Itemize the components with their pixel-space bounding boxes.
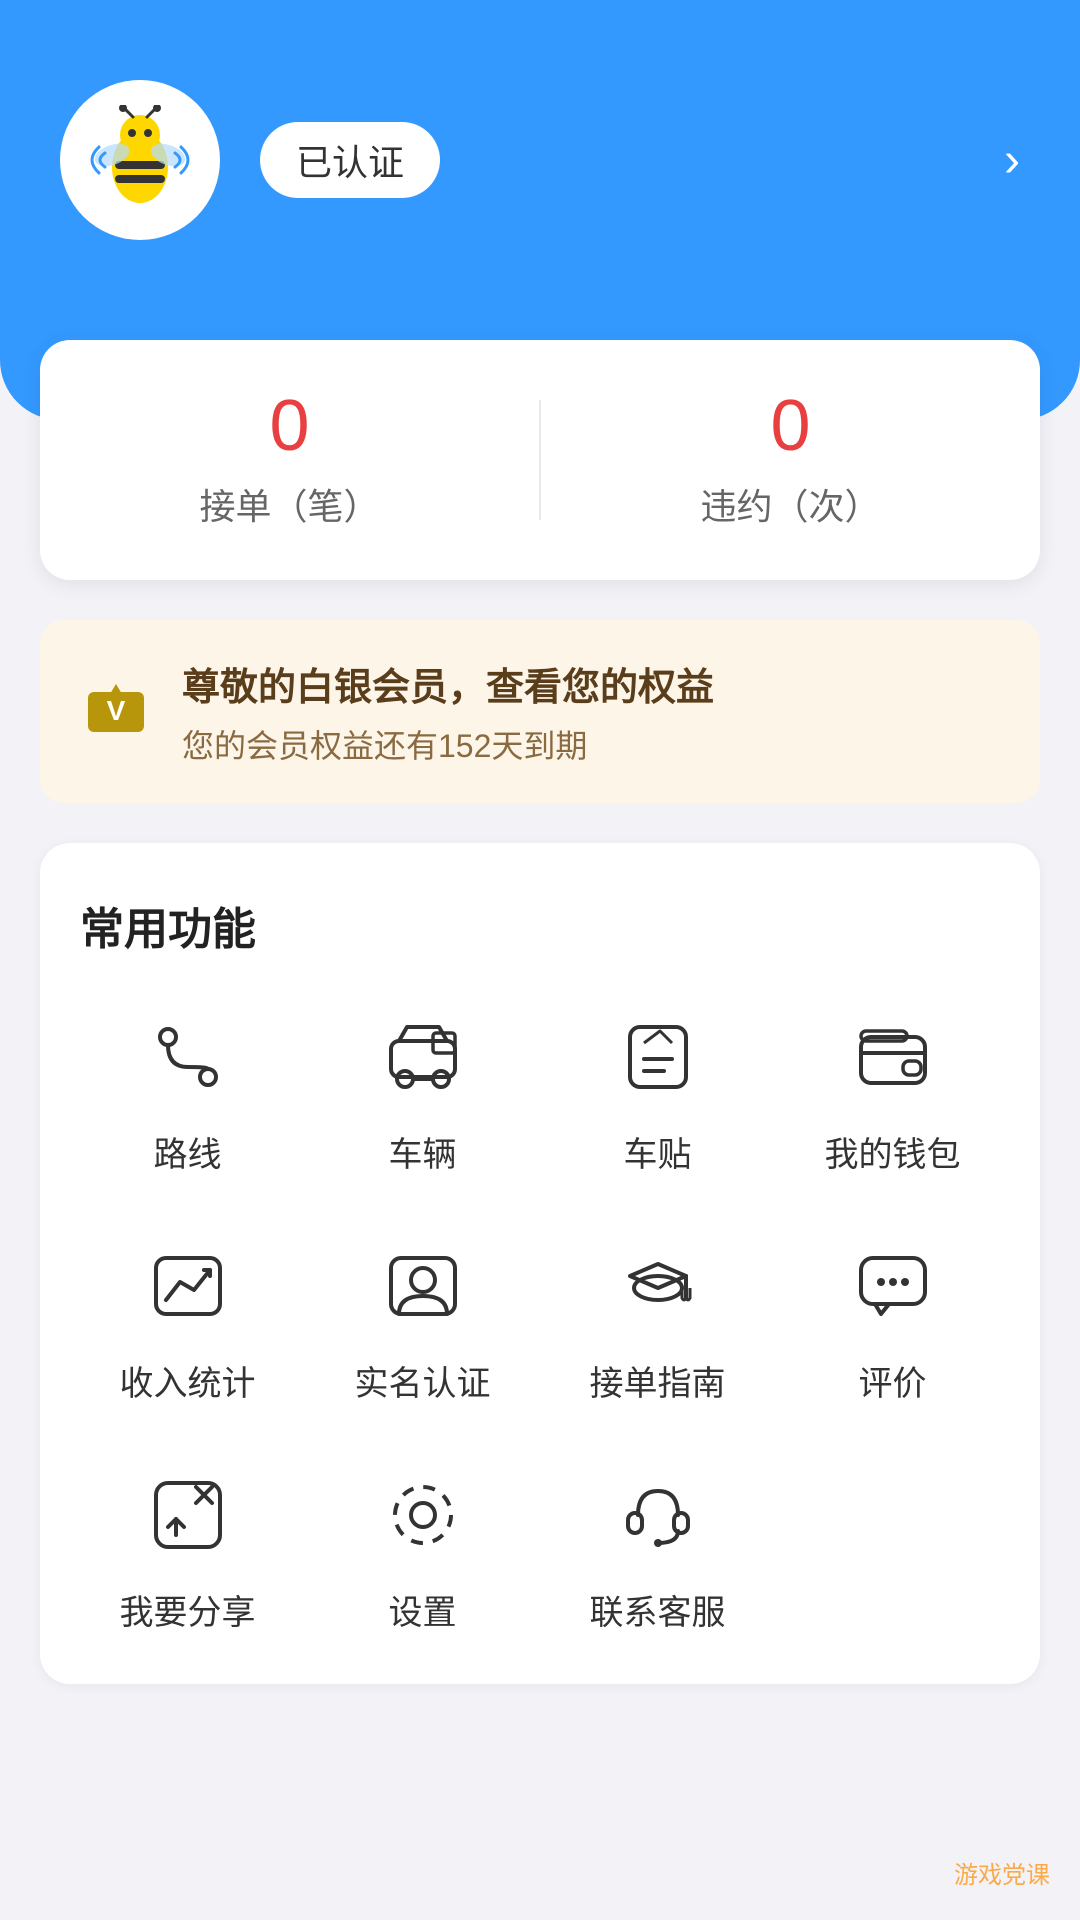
car-sticker-icon [608, 1007, 708, 1107]
watermark: 游戏党课 [954, 1855, 1050, 1890]
function-item-customer-service[interactable]: 联系客服 [550, 1465, 765, 1634]
vehicle-icon [373, 1007, 473, 1107]
order-guide-icon [608, 1236, 708, 1336]
route-label: 路线 [154, 1127, 222, 1176]
car-sticker-label: 车贴 [624, 1127, 692, 1176]
route-icon [138, 1007, 238, 1107]
function-item-income-stats[interactable]: 收入统计 [80, 1236, 295, 1405]
functions-row-1: 路线 车辆 [80, 1007, 1000, 1176]
vip-icon: V [80, 676, 152, 748]
vehicle-label: 车辆 [389, 1127, 457, 1176]
review-icon [843, 1236, 943, 1336]
settings-label: 设置 [389, 1585, 457, 1634]
function-item-settings[interactable]: 设置 [315, 1465, 530, 1634]
functions-row-2: 收入统计 实名认证 [80, 1236, 1000, 1405]
function-item-real-name[interactable]: 实名认证 [315, 1236, 530, 1405]
violations-label: 违约（次） [561, 478, 1020, 530]
function-item-order-guide[interactable]: 接单指南 [550, 1236, 765, 1405]
violations-stat: 0 违约（次） [541, 390, 1040, 530]
wallet-icon [843, 1007, 943, 1107]
income-stats-label: 收入统计 [120, 1356, 256, 1405]
function-item-car-sticker[interactable]: 车贴 [550, 1007, 765, 1176]
function-item-vehicle[interactable]: 车辆 [315, 1007, 530, 1176]
real-name-icon [373, 1236, 473, 1336]
empty-slot [785, 1465, 1000, 1634]
orders-count: 0 [60, 390, 519, 462]
review-label: 评价 [859, 1356, 927, 1405]
function-item-route[interactable]: 路线 [80, 1007, 295, 1176]
settings-icon [373, 1465, 473, 1565]
member-title: 尊敬的白银会员，查看您的权益 [182, 656, 714, 711]
functions-card: 常用功能 路线 [40, 843, 1040, 1684]
profile-chevron[interactable]: › [1004, 133, 1020, 188]
function-item-review[interactable]: 评价 [785, 1236, 1000, 1405]
stats-card: 0 接单（笔） 0 违约（次） [40, 340, 1040, 580]
member-banner[interactable]: V 尊敬的白银会员，查看您的权益 您的会员权益还有152天到期 [40, 620, 1040, 803]
functions-row-3: 我要分享 设置 [80, 1465, 1000, 1634]
customer-service-label: 联系客服 [590, 1585, 726, 1634]
svg-text:V: V [107, 695, 126, 726]
customer-service-icon [608, 1465, 708, 1565]
real-name-label: 实名认证 [355, 1356, 491, 1405]
income-stats-icon [138, 1236, 238, 1336]
orders-label: 接单（笔） [60, 478, 519, 530]
function-item-wallet[interactable]: 我的钱包 [785, 1007, 1000, 1176]
orders-stat: 0 接单（笔） [40, 390, 539, 530]
functions-title: 常用功能 [80, 893, 1000, 957]
share-icon [138, 1465, 238, 1565]
function-item-share[interactable]: 我要分享 [80, 1465, 295, 1634]
avatar[interactable] [60, 80, 220, 240]
member-subtitle: 您的会员权益还有152天到期 [182, 721, 714, 767]
share-label: 我要分享 [120, 1585, 256, 1634]
order-guide-label: 接单指南 [590, 1356, 726, 1405]
violations-count: 0 [561, 390, 1020, 462]
certified-badge: 已认证 [260, 122, 440, 198]
wallet-label: 我的钱包 [825, 1127, 961, 1176]
